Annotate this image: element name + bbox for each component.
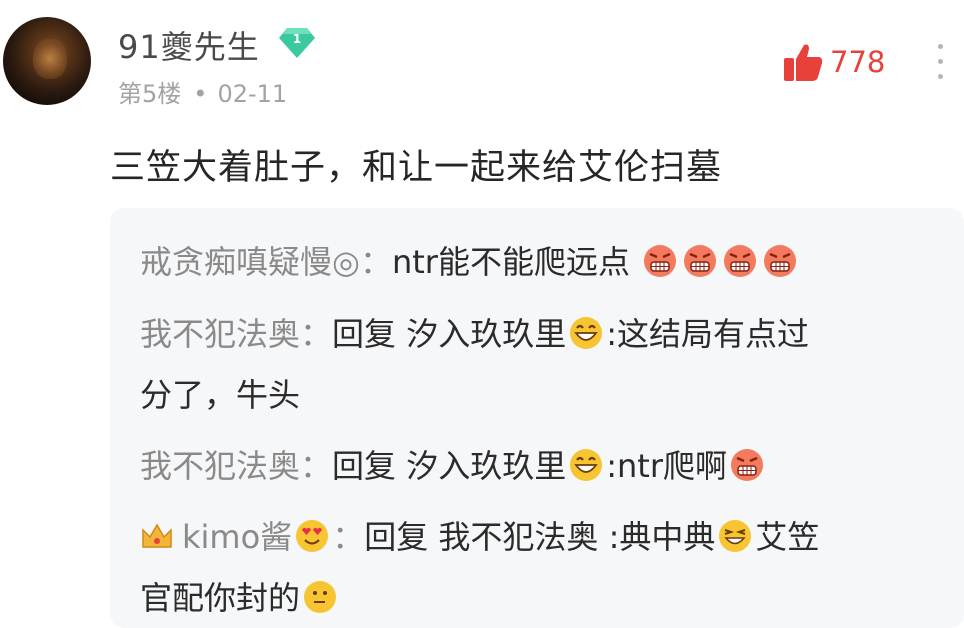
avatar[interactable]: [3, 17, 91, 105]
angry-grin-emoji-icon: [724, 245, 757, 277]
reply-username[interactable]: 我不犯法奥: [140, 447, 300, 485]
avatar-image: [33, 39, 67, 79]
crown-icon: [142, 523, 172, 548]
big-grin-emoji-icon: [570, 317, 603, 349]
reply-item[interactable]: 我不犯法奥：回复 汐入玖玖里:这结局有点过: [140, 309, 809, 355]
reply-to-user[interactable]: 汐入玖玖里: [406, 447, 566, 485]
reply-text: :这结局有点过: [606, 315, 810, 353]
reply-item[interactable]: kimo酱 ：回复 我不犯法奥 :典中典 艾笠: [140, 512, 819, 558]
laughing-emoji-icon: [719, 520, 752, 552]
like-button[interactable]: 778: [782, 40, 885, 84]
reply-username[interactable]: kimo酱: [182, 518, 292, 556]
reply-word: 回复: [332, 447, 397, 485]
post-author[interactable]: 91夔先生: [118, 22, 260, 68]
angry-grin-emoji-icon: [731, 449, 764, 481]
like-count: 778: [830, 45, 886, 79]
post-content: 三笠大着肚子，和让一起来给艾伦扫墓: [110, 148, 723, 188]
reply-text: :ntr爬啊: [606, 447, 728, 485]
floor-label: 第5楼: [118, 80, 182, 108]
level-number: 1: [292, 32, 302, 46]
thumbs-up-icon: [784, 44, 823, 81]
more-options-icon[interactable]: [933, 44, 947, 84]
post-meta: 第5楼 • 02-11: [118, 74, 287, 109]
reply-word: 回复: [332, 315, 397, 353]
level-badge-icon: 1: [277, 26, 317, 60]
reply-username[interactable]: 戒贪痴嗔疑慢◎: [140, 243, 360, 281]
angry-grin-emoji-icon: [644, 245, 677, 277]
reply-text-continued: 官配你封的: [140, 573, 340, 619]
reply-text-part: 艾笠: [755, 518, 820, 556]
reply-item[interactable]: 我不犯法奥：回复 汐入玖玖里:ntr爬啊: [140, 441, 767, 487]
thinking-emoji-icon: [304, 581, 337, 613]
angry-grin-emoji-icon: [764, 245, 797, 277]
meta-dot: •: [193, 80, 208, 108]
reply-username[interactable]: 我不犯法奥: [140, 315, 300, 353]
reply-item[interactable]: 戒贪痴嗔疑慢◎：ntr能不能爬远点: [140, 237, 800, 283]
angry-grin-emoji-icon: [684, 245, 717, 277]
post-date: 02-11: [217, 80, 288, 108]
heart-eyes-emoji-icon: [296, 520, 329, 552]
reply-text-continued: 分了，牛头: [140, 376, 301, 414]
big-grin-emoji-icon: [570, 449, 603, 481]
reply-text: ntr能不能爬远点: [391, 243, 630, 281]
reply-word: 回复: [364, 518, 429, 556]
reply-to-user[interactable]: 我不犯法奥: [438, 518, 598, 556]
reply-to-user[interactable]: 汐入玖玖里: [406, 315, 566, 353]
reply-text: :典中典: [608, 518, 716, 556]
